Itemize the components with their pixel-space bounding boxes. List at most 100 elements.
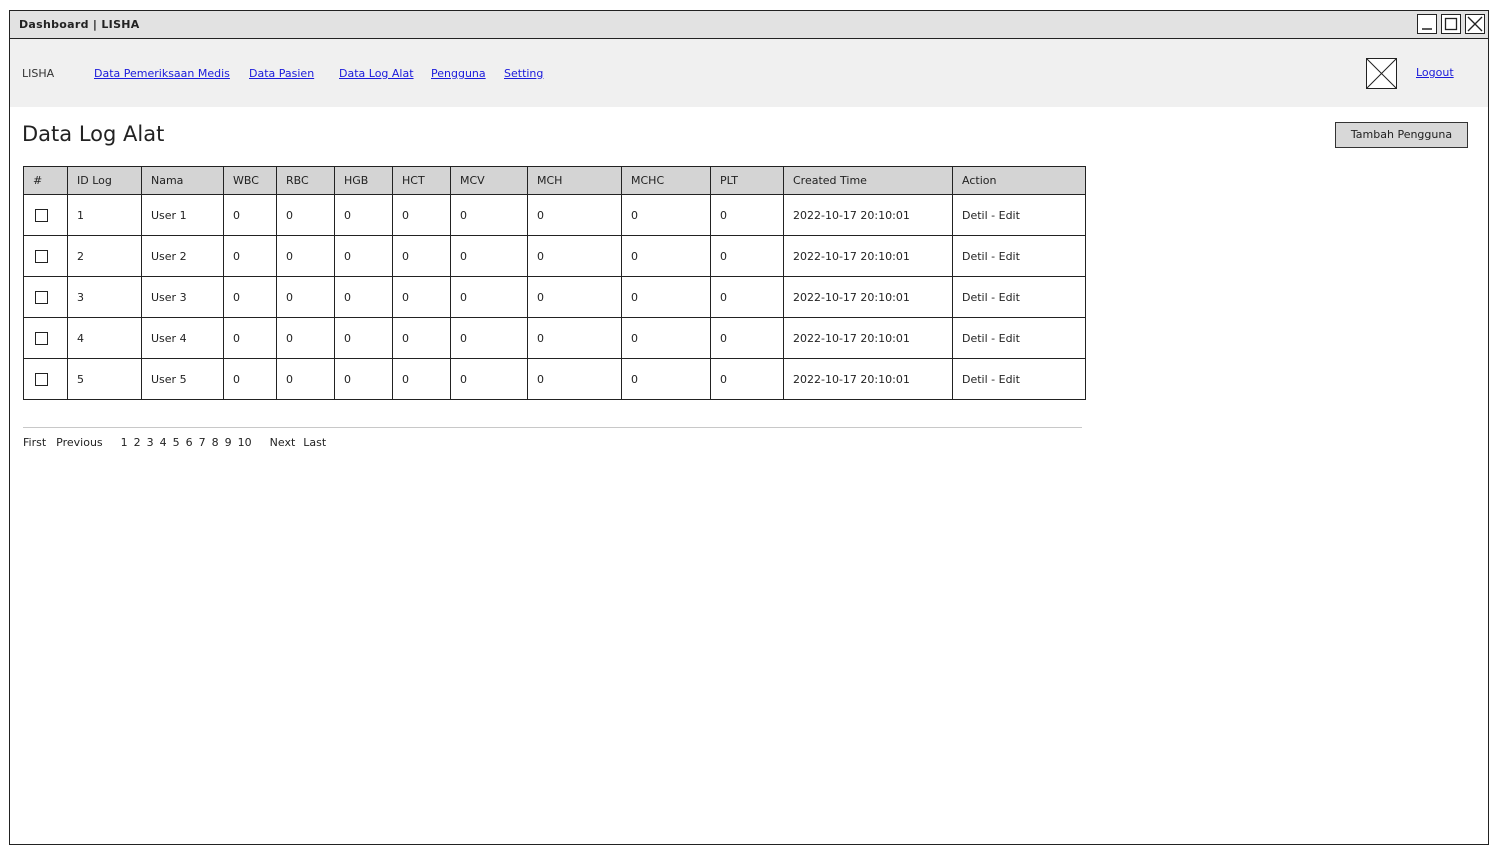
mcv-cell: 0	[450, 194, 528, 236]
maximize-icon	[1444, 17, 1458, 31]
row-checkbox[interactable]	[35, 331, 48, 345]
pagination-page-9[interactable]: 9	[225, 436, 232, 449]
pagination-page-7[interactable]: 7	[199, 436, 206, 449]
mcv-cell: 0	[450, 276, 528, 318]
column-header-created-time[interactable]: Created Time	[783, 166, 953, 195]
pagination-page-2[interactable]: 2	[134, 436, 141, 449]
nama-cell: User 4	[141, 317, 224, 359]
hct-cell: 0	[392, 317, 451, 359]
pagination-divider	[23, 427, 1082, 428]
row-select-cell	[23, 194, 68, 236]
created-time-cell: 2022-10-17 20:10:01	[783, 276, 953, 318]
top-navbar: LISHA Data Pemeriksaan Medis Data Pasien…	[10, 39, 1488, 107]
hct-cell: 0	[392, 235, 451, 277]
wbc-cell: 0	[223, 317, 277, 359]
nama-cell: User 2	[141, 235, 224, 277]
pagination-page-5[interactable]: 5	[173, 436, 180, 449]
action-cell[interactable]: Detil - Edit	[952, 194, 1086, 236]
column-header-number[interactable]: #	[23, 166, 68, 195]
rbc-cell: 0	[276, 194, 335, 236]
minimize-icon	[1422, 28, 1432, 30]
action-cell[interactable]: Detil - Edit	[952, 317, 1086, 359]
nav-link-pengguna[interactable]: Pengguna	[431, 67, 486, 80]
nav-link-data-pemeriksaan-medis[interactable]: Data Pemeriksaan Medis	[94, 67, 230, 80]
hgb-cell: 0	[334, 235, 393, 277]
pagination-page-6[interactable]: 6	[186, 436, 193, 449]
table-row: 1 User 1 0 0 0 0 0 0 0 0 2022-10-17 20:1…	[23, 194, 1086, 236]
pagination-page-1[interactable]: 1	[121, 436, 128, 449]
row-select-cell	[23, 317, 68, 359]
row-select-cell	[23, 235, 68, 277]
column-header-wbc[interactable]: WBC	[223, 166, 277, 195]
created-time-cell: 2022-10-17 20:10:01	[783, 194, 953, 236]
action-cell[interactable]: Detil - Edit	[952, 276, 1086, 318]
rbc-cell: 0	[276, 358, 335, 400]
pagination-page-10[interactable]: 10	[238, 436, 252, 449]
column-header-hct[interactable]: HCT	[392, 166, 451, 195]
column-header-mchc[interactable]: MCHC	[621, 166, 711, 195]
column-header-mch[interactable]: MCH	[527, 166, 622, 195]
row-checkbox[interactable]	[35, 208, 48, 222]
row-checkbox[interactable]	[35, 249, 48, 263]
mcv-cell: 0	[450, 235, 528, 277]
table-row: 3 User 3 0 0 0 0 0 0 0 0 2022-10-17 20:1…	[23, 276, 1086, 318]
plt-cell: 0	[710, 235, 784, 277]
close-button[interactable]	[1465, 14, 1485, 34]
id-log-cell: 4	[67, 317, 142, 359]
mchc-cell: 0	[621, 235, 711, 277]
id-log-cell: 3	[67, 276, 142, 318]
table-row: 2 User 2 0 0 0 0 0 0 0 0 2022-10-17 20:1…	[23, 235, 1086, 277]
pagination-previous[interactable]: Previous	[56, 436, 103, 449]
hgb-cell: 0	[334, 194, 393, 236]
column-header-rbc[interactable]: RBC	[276, 166, 335, 195]
mchc-cell: 0	[621, 276, 711, 318]
plt-cell: 0	[710, 317, 784, 359]
minimize-button[interactable]	[1417, 14, 1437, 34]
wbc-cell: 0	[223, 276, 277, 318]
column-header-hgb[interactable]: HGB	[334, 166, 393, 195]
created-time-cell: 2022-10-17 20:10:01	[783, 317, 953, 359]
column-header-action: Action	[952, 166, 1086, 195]
wbc-cell: 0	[223, 358, 277, 400]
plt-cell: 0	[710, 358, 784, 400]
mch-cell: 0	[527, 317, 622, 359]
mcv-cell: 0	[450, 317, 528, 359]
avatar[interactable]	[1366, 58, 1397, 89]
column-header-id-log[interactable]: ID Log	[67, 166, 142, 195]
logout-link[interactable]: Logout	[1416, 66, 1454, 79]
row-select-cell	[23, 276, 68, 318]
hgb-cell: 0	[334, 276, 393, 318]
created-time-cell: 2022-10-17 20:10:01	[783, 235, 953, 277]
column-header-plt[interactable]: PLT	[710, 166, 784, 195]
mcv-cell: 0	[450, 358, 528, 400]
column-header-mcv[interactable]: MCV	[450, 166, 528, 195]
nama-cell: User 3	[141, 276, 224, 318]
row-checkbox[interactable]	[35, 290, 48, 304]
rbc-cell: 0	[276, 317, 335, 359]
mch-cell: 0	[527, 358, 622, 400]
pagination-last[interactable]: Last	[303, 436, 326, 449]
pagination-page-4[interactable]: 4	[160, 436, 167, 449]
pagination-first[interactable]: First	[23, 436, 46, 449]
mch-cell: 0	[527, 194, 622, 236]
action-cell[interactable]: Detil - Edit	[952, 358, 1086, 400]
mchc-cell: 0	[621, 194, 711, 236]
hgb-cell: 0	[334, 317, 393, 359]
title-bar: Dashboard | LISHA	[10, 11, 1488, 39]
pagination-page-8[interactable]: 8	[212, 436, 219, 449]
pagination-page-3[interactable]: 3	[147, 436, 154, 449]
table-header-row: # ID Log Nama WBC RBC HGB HCT MCV MCH MC…	[23, 166, 1086, 195]
maximize-button[interactable]	[1441, 14, 1461, 34]
tambah-pengguna-button[interactable]: Tambah Pengguna	[1335, 122, 1468, 148]
column-header-nama[interactable]: Nama	[141, 166, 224, 195]
action-cell[interactable]: Detil - Edit	[952, 235, 1086, 277]
wbc-cell: 0	[223, 235, 277, 277]
row-checkbox[interactable]	[35, 372, 48, 386]
page-title: Data Log Alat	[22, 122, 165, 146]
nav-link-data-log-alat[interactable]: Data Log Alat	[339, 67, 414, 80]
nav-link-setting[interactable]: Setting	[504, 67, 543, 80]
mchc-cell: 0	[621, 358, 711, 400]
pagination-next[interactable]: Next	[270, 436, 296, 449]
nav-link-data-pasien[interactable]: Data Pasien	[249, 67, 314, 80]
created-time-cell: 2022-10-17 20:10:01	[783, 358, 953, 400]
